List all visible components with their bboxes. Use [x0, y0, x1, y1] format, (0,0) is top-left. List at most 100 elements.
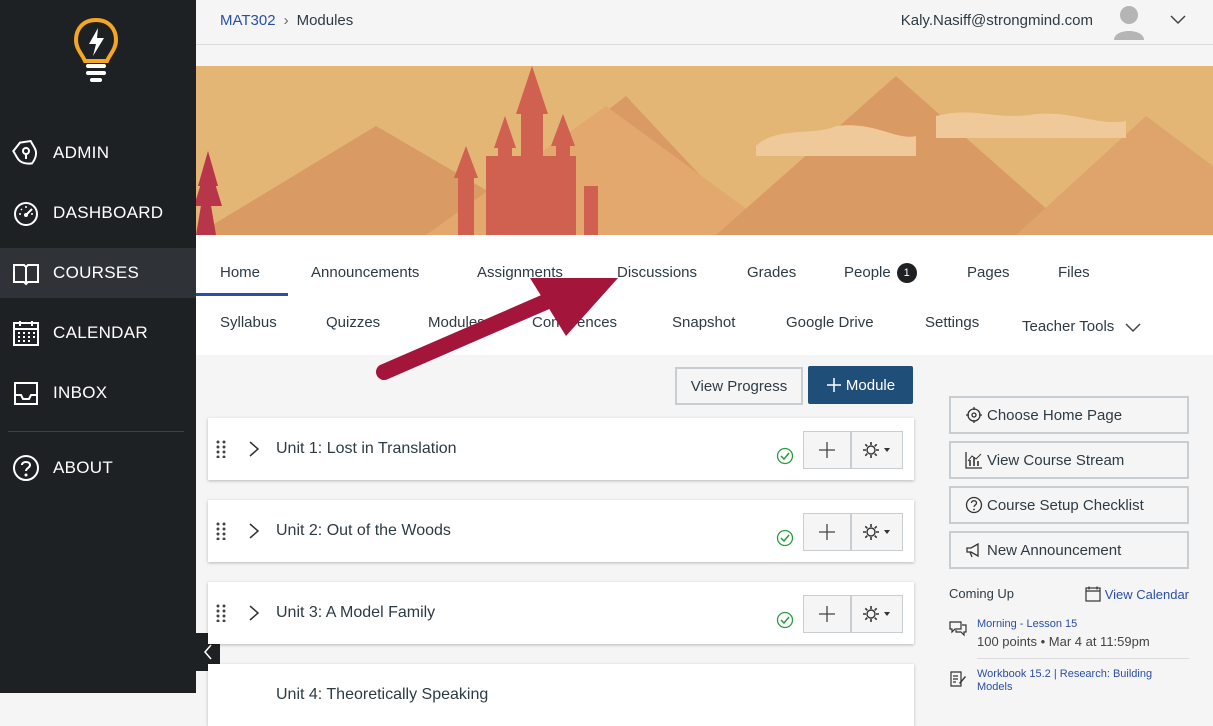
module-title[interactable]: Unit 1: Lost in Translation [276, 440, 457, 458]
tab-home-active-indicator [196, 293, 288, 296]
course-nav-tabs: Home Announcements Assignments Discussio… [196, 235, 1213, 355]
module-row[interactable]: Unit 4: Theoretically Speaking [208, 664, 914, 726]
published-check-icon[interactable] [776, 529, 794, 547]
module-title[interactable]: Unit 3: A Model Family [276, 604, 435, 622]
tab-grades[interactable]: Grades [747, 264, 796, 281]
tab-snapshot[interactable]: Snapshot [672, 314, 735, 331]
chevron-left-icon [204, 644, 212, 660]
new-announcement-label: New Announcement [987, 541, 1122, 559]
add-item-button[interactable] [803, 513, 851, 551]
module-title[interactable]: Unit 4: Theoretically Speaking [276, 686, 488, 704]
event-title-link[interactable]: Morning - Lesson 15 [977, 618, 1177, 631]
add-module-button[interactable]: Module [808, 366, 913, 404]
nav-label-dashboard: DASHBOARD [53, 203, 164, 222]
event-title-link[interactable]: Workbook 15.2 | Research: Building Model… [977, 668, 1177, 694]
nav-label-calendar: CALENDAR [53, 323, 148, 342]
calendar-icon [13, 321, 39, 346]
coming-up-heading: Coming Up [949, 586, 1015, 601]
chevron-right-icon[interactable] [248, 440, 260, 458]
megaphone-icon [966, 542, 979, 558]
add-module-label: Module [845, 376, 896, 394]
tab-announcements[interactable]: Announcements [311, 264, 419, 281]
module-settings-button[interactable] [851, 513, 903, 551]
module-row[interactable]: Unit 2: Out of the Woods [208, 500, 914, 562]
module-settings-button[interactable] [851, 595, 903, 633]
breadcrumb: MAT302 › Modules [220, 12, 353, 29]
tab-teacher-tools-label: Teacher Tools [1022, 318, 1115, 335]
add-item-button[interactable] [803, 595, 851, 633]
avatar[interactable] [1113, 4, 1145, 40]
plus-icon [819, 606, 835, 622]
view-calendar-link[interactable]: View Calendar [1085, 586, 1189, 602]
tab-teacher-tools[interactable]: Teacher Tools [1022, 318, 1142, 335]
published-check-icon[interactable] [776, 611, 794, 629]
nav-item-calendar[interactable]: CALENDAR [0, 308, 196, 358]
drag-handle-icon[interactable] [216, 440, 226, 458]
breadcrumb-current: Modules [296, 12, 354, 29]
assignment-icon [950, 671, 966, 687]
plus-icon [826, 378, 841, 392]
chevron-right-icon[interactable] [248, 522, 260, 540]
question-circle-icon [965, 496, 983, 514]
discussion-icon [949, 621, 967, 637]
breadcrumb-course-link[interactable]: MAT302 [220, 12, 276, 29]
choose-home-page-button[interactable]: Choose Home Page [949, 396, 1189, 434]
nav-item-dashboard[interactable]: DASHBOARD [0, 188, 196, 238]
course-setup-checklist-button[interactable]: Course Setup Checklist [949, 486, 1189, 524]
view-calendar-label: View Calendar [1104, 586, 1189, 602]
nav-item-courses[interactable]: COURSES [0, 248, 196, 298]
book-icon [13, 264, 39, 286]
coming-up-section: Coming Up View Calendar [949, 586, 1189, 602]
user-email[interactable]: Kaly.Nasiff@strongmind.com [901, 12, 1093, 29]
nav-divider [8, 431, 184, 432]
drag-handle-icon[interactable] [216, 522, 226, 540]
module-row[interactable]: Unit 3: A Model Family [208, 582, 914, 644]
nav-label-about: ABOUT [53, 458, 114, 477]
upcoming-event[interactable]: Workbook 15.2 | Research: Building Model… [949, 668, 1189, 693]
published-check-icon[interactable] [776, 447, 794, 465]
upcoming-event[interactable]: Morning - Lesson 15 100 points • Mar 4 a… [949, 618, 1189, 654]
nav-label-courses: COURSES [53, 263, 140, 282]
tab-home[interactable]: Home [220, 264, 260, 281]
tab-google-drive[interactable]: Google Drive [786, 314, 874, 331]
module-row[interactable]: Unit 1: Lost in Translation [208, 418, 914, 480]
bar-chart-icon [965, 452, 982, 469]
tab-files[interactable]: Files [1058, 264, 1090, 281]
nav-item-about[interactable]: ABOUT [0, 443, 196, 493]
admin-shield-icon [12, 139, 38, 165]
tab-settings[interactable]: Settings [925, 314, 979, 331]
choose-home-page-label: Choose Home Page [987, 406, 1123, 424]
view-progress-button[interactable]: View Progress [675, 367, 803, 405]
tab-pages[interactable]: Pages [967, 264, 1010, 281]
nav-item-admin[interactable]: ADMIN [0, 128, 196, 178]
module-title[interactable]: Unit 2: Out of the Woods [276, 522, 451, 540]
nav-label-inbox: INBOX [53, 383, 108, 402]
new-announcement-button[interactable]: New Announcement [949, 531, 1189, 569]
course-banner-image [196, 66, 1213, 235]
tab-conferences[interactable]: Conferences [532, 314, 617, 331]
module-settings-button[interactable] [851, 431, 903, 469]
global-nav-sidebar: ADMIN DASHBOARD COURSES CALENDAR INBOX A… [0, 0, 196, 693]
nav-item-inbox[interactable]: INBOX [0, 368, 196, 418]
help-icon [13, 455, 39, 481]
view-course-stream-label: View Course Stream [987, 451, 1125, 469]
view-course-stream-button[interactable]: View Course Stream [949, 441, 1189, 479]
tab-people[interactable]: People 1 [844, 263, 917, 283]
plus-icon [819, 524, 835, 540]
dashboard-gauge-icon [14, 202, 38, 226]
inbox-icon [14, 382, 38, 405]
tab-syllabus[interactable]: Syllabus [220, 314, 277, 331]
drag-handle-icon[interactable] [216, 604, 226, 622]
tab-quizzes[interactable]: Quizzes [326, 314, 380, 331]
chevron-down-icon [1125, 322, 1141, 332]
chevron-right-icon[interactable] [248, 604, 260, 622]
chevron-down-icon[interactable] [1169, 12, 1187, 26]
gear-icon [863, 606, 890, 622]
top-bar: MAT302 › Modules Kaly.Nasiff@strongmind.co… [196, 0, 1213, 45]
tab-modules[interactable]: Modules [428, 314, 485, 331]
lightbulb-logo-icon[interactable] [72, 16, 120, 84]
add-item-button[interactable] [803, 431, 851, 469]
tab-assignments[interactable]: Assignments [477, 264, 563, 281]
tab-discussions[interactable]: Discussions [617, 264, 697, 281]
plus-icon [819, 442, 835, 458]
